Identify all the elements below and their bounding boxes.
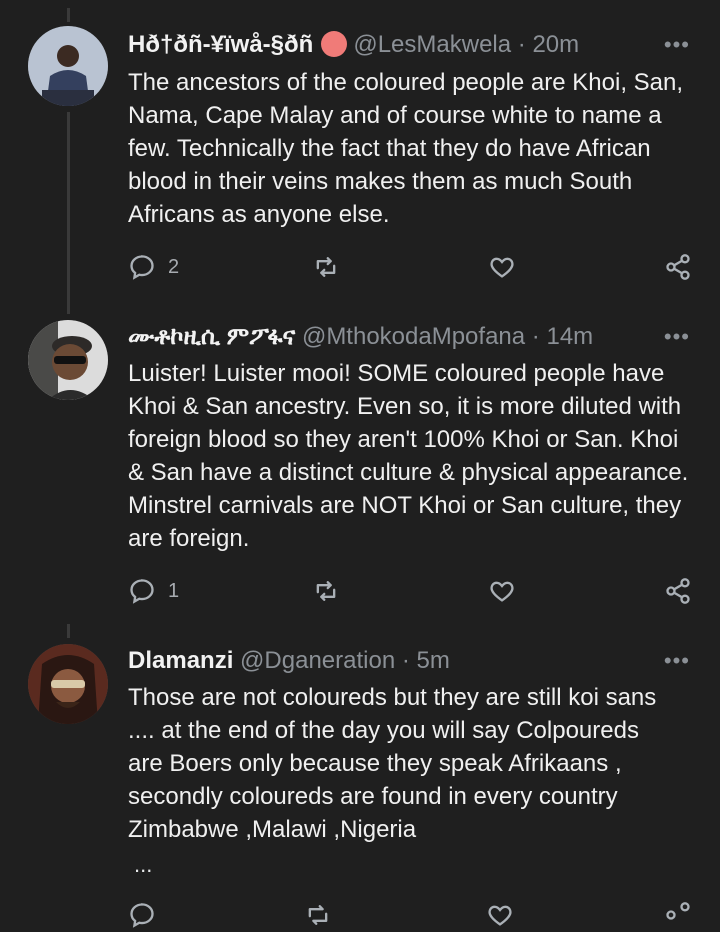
tweet-text: Luister! Luister mooi! SOME coloured peo… — [128, 360, 689, 552]
reply-icon — [130, 255, 154, 280]
retweet-icon — [316, 257, 336, 277]
display-name[interactable]: ሙቶኮዚሲ ምፖፋና — [128, 323, 295, 350]
more-icon[interactable]: ••• — [664, 32, 690, 58]
reply-button[interactable] — [128, 898, 156, 932]
reply-button[interactable]: 1 — [128, 574, 179, 608]
retweet-button[interactable] — [312, 574, 340, 608]
like-button[interactable] — [488, 250, 516, 284]
timestamp[interactable]: 20m — [532, 31, 579, 58]
action-bar: 1 — [128, 574, 698, 608]
tweet-1[interactable]: Hð†ðñ-¥ïwå-§ðñ @LesMakwela · 20m ••• The … — [0, 0, 720, 300]
tweet-3[interactable]: Dlamanzi @Dganeration · 5m ••• Those are… — [0, 620, 720, 928]
reply-button[interactable]: 2 — [128, 250, 179, 284]
avatar[interactable] — [28, 644, 108, 724]
text-line: secondly coloureds are found in every co… — [128, 783, 618, 810]
like-icon — [490, 257, 514, 278]
retweet-icon — [308, 905, 328, 925]
more-icon[interactable]: ••• — [664, 324, 690, 350]
reply-icon — [130, 903, 154, 928]
emoji-badge-icon — [321, 31, 348, 57]
tweet-header: ሙቶኮዚሲ ምፖፋና @MthokodaMpofana · 14m — [128, 322, 660, 352]
separator-dot: · — [401, 647, 410, 674]
tweet-text: Those are not coloureds but they are sti… — [128, 681, 698, 846]
tweet-header: Dlamanzi @Dganeration · 5m — [128, 646, 660, 676]
avatar[interactable] — [28, 320, 108, 400]
tweet-header: Hð†ðñ-¥ïwå-§ðñ @LesMakwela · 20m — [128, 30, 660, 60]
share-icon — [666, 578, 690, 604]
action-bar — [128, 898, 698, 932]
text-line: Those are not coloureds but they are sti… — [128, 684, 657, 711]
share-button[interactable] — [664, 898, 692, 932]
reply-icon — [130, 579, 154, 604]
text-line: .... at the end of the day you will say … — [128, 717, 639, 744]
separator-dot: · — [531, 323, 540, 350]
tweet-text: The ancestors of the coloured people are… — [128, 69, 684, 228]
text-line: are Boers only because they speak Afrika… — [128, 750, 622, 777]
more-icon[interactable]: ••• — [664, 648, 690, 674]
retweet-button[interactable] — [304, 898, 332, 932]
share-icon — [666, 902, 690, 920]
display-name[interactable]: Dlamanzi — [128, 647, 233, 674]
like-button[interactable] — [486, 898, 514, 932]
retweet-button[interactable] — [312, 250, 340, 284]
share-icon — [666, 254, 690, 280]
retweet-icon — [316, 581, 336, 601]
handle[interactable]: @LesMakwela — [353, 31, 511, 58]
timestamp[interactable]: 14m — [546, 323, 593, 350]
reply-count: 1 — [168, 579, 180, 602]
truncation-ellipsis[interactable]: ... — [134, 852, 152, 878]
text-line: Zimbabwe ,Malawi ,Nigeria — [128, 816, 417, 843]
avatar[interactable] — [28, 26, 108, 106]
tweet-2[interactable]: ሙቶኮዚሲ ምፖፋና @MthokodaMpofana · 14m ••• Lu… — [0, 300, 720, 620]
like-button[interactable] — [488, 574, 516, 608]
handle[interactable]: @MthokodaMpofana — [302, 323, 525, 350]
share-button[interactable] — [664, 574, 692, 608]
timestamp[interactable]: 5m — [417, 647, 450, 674]
separator-dot: · — [517, 31, 526, 58]
like-icon — [490, 581, 514, 602]
display-name[interactable]: Hð†ðñ-¥ïwå-§ðñ — [128, 31, 313, 58]
handle[interactable]: @Dganeration — [240, 647, 395, 674]
reply-count: 2 — [168, 255, 180, 278]
like-icon — [488, 905, 512, 926]
share-button[interactable] — [664, 250, 692, 284]
action-bar: 2 — [128, 250, 698, 284]
